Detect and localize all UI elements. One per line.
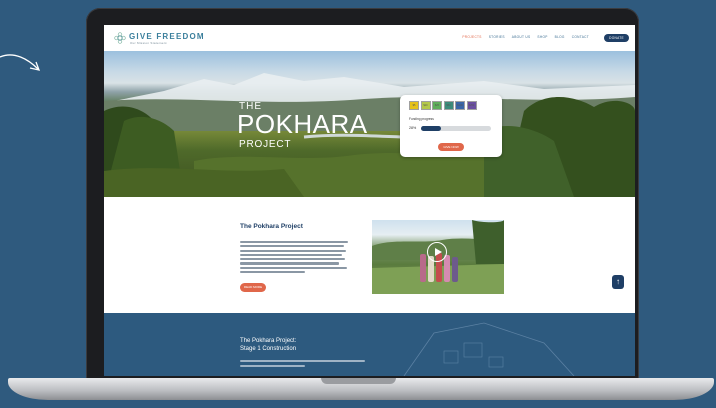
donation-card: $5 $10 $25 $50 $100 $250 Funding progres…: [400, 95, 502, 157]
amount-option-5[interactable]: $5: [409, 101, 419, 110]
amount-option-250[interactable]: $250: [466, 101, 477, 110]
play-icon[interactable]: [427, 242, 447, 262]
scroll-to-top-icon[interactable]: ↑: [612, 275, 624, 289]
donate-nav-button[interactable]: DONATE: [604, 34, 629, 42]
funding-progress-bar: [421, 126, 491, 131]
section-description: [240, 241, 348, 275]
funding-progress-percent: 28%: [409, 126, 417, 130]
donation-amount-options: $5 $10 $25 $50 $100 $250: [409, 101, 477, 110]
site-plan-illustration: [403, 322, 575, 376]
laptop-notch: [321, 378, 396, 384]
hero-title-suffix: PROJECT: [239, 139, 292, 150]
main-menu: PROJECTS STORIES ABOUT US SHOP BLOG CONT…: [462, 35, 589, 39]
site-logo[interactable]: GIVE FREEDOM: [129, 32, 205, 41]
give-now-button[interactable]: GIVE NOW: [438, 143, 464, 151]
section-title: The Pokhara Project: [240, 223, 303, 230]
menu-item-projects[interactable]: PROJECTS: [462, 35, 481, 39]
construction-title: The Pokhara Project: Stage 1 Constructio…: [240, 337, 296, 353]
construction-section: The Pokhara Project: Stage 1 Constructio…: [104, 313, 635, 376]
amount-option-25[interactable]: $25: [432, 101, 442, 110]
hero-landscape-image: [104, 73, 635, 197]
menu-item-contact[interactable]: CONTACT: [572, 35, 589, 39]
curved-arrow-icon: [0, 54, 41, 71]
construction-title-line1: The Pokhara Project:: [240, 338, 297, 344]
hero-title: POKHARA: [237, 109, 368, 139]
logo-subtitle: Our Mission Statement: [130, 41, 167, 45]
menu-item-about[interactable]: ABOUT US: [512, 35, 531, 39]
logo-flower-icon: [114, 32, 126, 44]
project-video-thumbnail[interactable]: [372, 220, 504, 294]
read-more-button[interactable]: READ MORE: [240, 283, 266, 292]
menu-item-blog[interactable]: BLOG: [555, 35, 565, 39]
menu-item-shop[interactable]: SHOP: [537, 35, 547, 39]
amount-option-10[interactable]: $10: [420, 101, 431, 110]
menu-item-stories[interactable]: STORIES: [489, 35, 505, 39]
hero-banner: THE POKHARA PROJECT $5 $10 $25 $50 $100 …: [104, 51, 635, 197]
construction-title-line2: Stage 1 Construction: [240, 346, 297, 352]
amount-option-100[interactable]: $100: [455, 101, 465, 110]
browser-screen: GIVE FREEDOM Our Mission Statement PROJE…: [104, 25, 635, 376]
site-navbar: GIVE FREEDOM Our Mission Statement PROJE…: [104, 25, 635, 51]
funding-progress-fill: [421, 126, 441, 131]
amount-option-50[interactable]: $50: [443, 101, 454, 110]
funding-progress-label: Funding progress: [409, 117, 434, 121]
construction-description: [240, 360, 365, 370]
